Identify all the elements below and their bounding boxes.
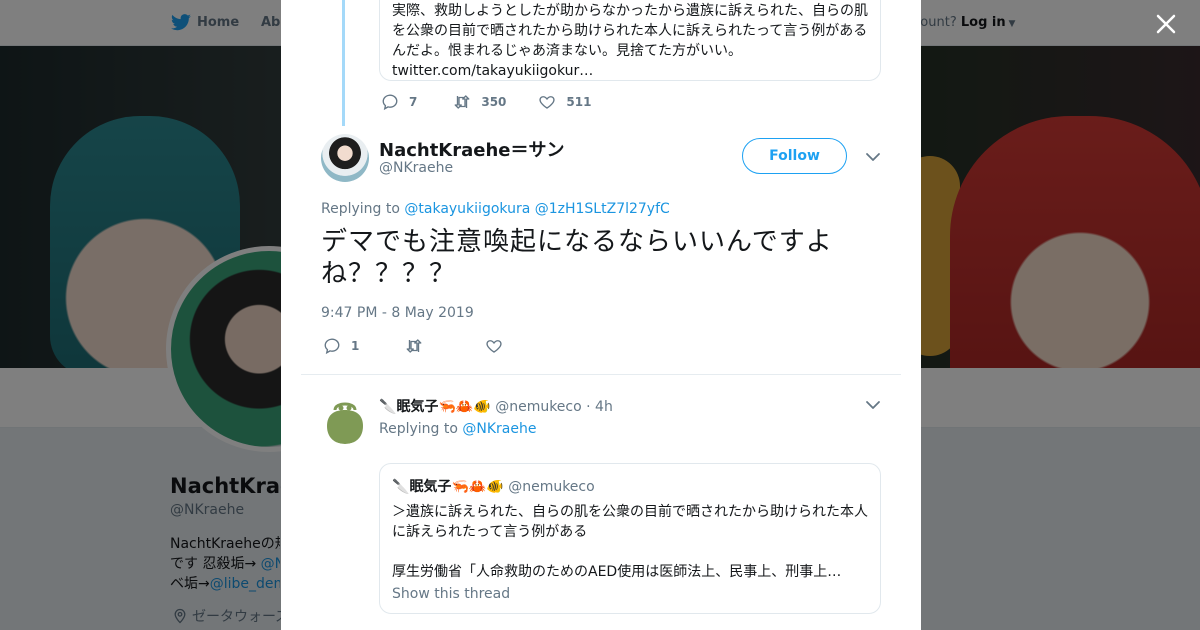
fish-emoji: 🐠: [473, 399, 491, 415]
chevron-down-icon[interactable]: [865, 397, 881, 413]
reply-tweet-handle[interactable]: @nemukeco: [495, 399, 581, 415]
like-action[interactable]: [485, 337, 503, 355]
reply-count: 7: [409, 95, 418, 109]
reply-replying-to: Replying to @NKraehe: [379, 421, 536, 437]
replying-to-label: Replying to: [379, 421, 458, 437]
main-tweet-handle[interactable]: @NKraehe: [379, 160, 453, 176]
main-tweet-actions: 1: [323, 337, 503, 355]
reply-tweet-header: 🔪眠気子🦐🦀🐠 @nemukeco · 4h: [379, 396, 613, 416]
replying-to-user-1[interactable]: @takayukiigokura: [404, 201, 530, 217]
retweet-icon: [406, 339, 422, 353]
reply-icon: [324, 338, 340, 355]
reply-avatar-purse-icon[interactable]: [321, 396, 369, 444]
quoted-tweet-line-2: を公衆の目前で晒されたから助けられた本人に訴えられたって言う例がある: [392, 23, 868, 39]
shrimp-emoji: 🦐: [438, 399, 456, 415]
heart-icon: [539, 96, 556, 109]
quoted-tweet-top[interactable]: 実際、救助しようとしたが助からなかったから遺族に訴えられた、自らの肌 を公衆の目…: [379, 0, 881, 81]
quoted-tweet-reply[interactable]: 🔪眠気子🦐🦀🐠 @nemukeco ＞遺族に訴えられた、自らの肌を公衆の目前で晒…: [379, 463, 881, 614]
heart-icon: [486, 340, 502, 353]
chevron-down-icon[interactable]: [865, 149, 881, 165]
quoted-tweet-line-1: 実際、救助しようとしたが助からなかったから遺族に訴えられた、自らの肌: [392, 3, 868, 19]
quoted-tweet-handle: @nemukeco: [508, 479, 595, 495]
fish-emoji: 🐠: [486, 479, 504, 495]
thread-connector-line: [342, 0, 345, 126]
crab-emoji: 🦀: [468, 479, 487, 495]
tweet-modal: 実際、救助しようとしたが助からなかったから遺族に訴えられた、自らの肌 を公衆の目…: [281, 0, 921, 630]
prev-tweet-actions: 7 350 511: [381, 93, 591, 111]
knife-emoji: 🔪: [392, 479, 410, 495]
crab-emoji: 🦀: [455, 399, 474, 415]
reply-action[interactable]: 1: [323, 337, 359, 355]
reply-tweet-name[interactable]: 眠気子: [396, 399, 438, 415]
reply-count: 1: [351, 339, 360, 353]
replying-to-label: Replying to: [321, 201, 400, 217]
reply-tweet-time[interactable]: · 4h: [586, 399, 613, 415]
retweet-icon: [454, 95, 470, 109]
like-count: 511: [566, 95, 592, 109]
quoted-tweet-line-3: んだよ。恨まれるじゃあ済まない。見捨てた方がいい。: [392, 43, 742, 59]
close-icon[interactable]: [1152, 10, 1180, 38]
reply-icon: [382, 94, 398, 111]
quoted-tweet-url[interactable]: twitter.com/takayukiigokur…: [392, 61, 868, 81]
main-tweet-text: デマでも注意喚起になるならいいんですよね？？？？: [321, 227, 833, 289]
main-tweet-name[interactable]: NachtKraehe＝サン: [379, 136, 565, 162]
follow-button[interactable]: Follow: [742, 138, 847, 174]
like-action[interactable]: 511: [538, 93, 591, 111]
replying-to-user-2[interactable]: @1zH1SLtZ7l27yfC: [535, 201, 670, 217]
retweet-action[interactable]: [405, 337, 423, 355]
show-thread-link[interactable]: Show this thread: [392, 586, 868, 602]
main-replying-to: Replying to @takayukiigokura @1zH1SLtZ7l…: [321, 201, 670, 217]
retweet-action[interactable]: 350: [453, 93, 506, 111]
reply-action[interactable]: 7: [381, 93, 417, 111]
main-tweet-timestamp[interactable]: 9:47 PM - 8 May 2019: [321, 305, 474, 321]
quoted-tweet-header: 🔪眠気子🦐🦀🐠 @nemukeco: [392, 476, 868, 496]
knife-emoji: 🔪: [379, 399, 397, 415]
divider: [301, 374, 901, 375]
quoted-tweet-name: 眠気子: [409, 479, 452, 495]
replying-to-user[interactable]: @NKraehe: [462, 421, 536, 437]
quoted-tweet-text: ＞遺族に訴えられた、自らの肌を公衆の目前で晒されたから助けられた本人に訴えられた…: [392, 504, 868, 540]
quoted-tweet-text-2: 厚生労働省「人命救助のためのAED使用は医師法上、民事上、刑事上…: [392, 564, 842, 580]
retweet-count: 350: [481, 95, 507, 109]
main-tweet-avatar[interactable]: [321, 134, 369, 182]
shrimp-emoji: 🦐: [451, 479, 469, 495]
